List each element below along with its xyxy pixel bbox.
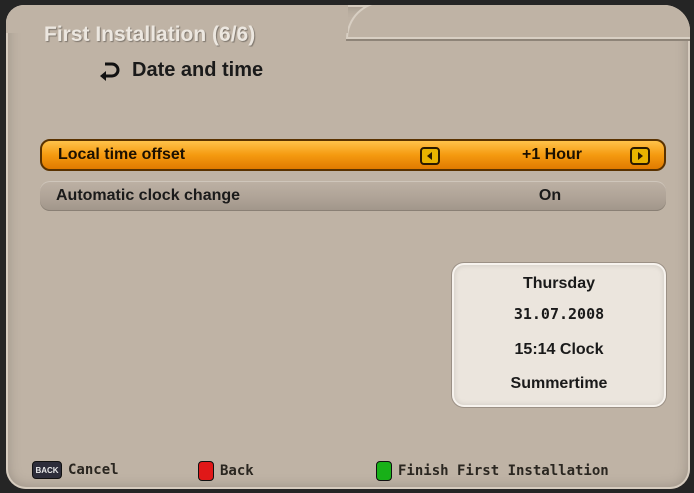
installation-screen: First Installation (6/6) Date and time L… <box>6 5 690 489</box>
cancel-label: Cancel <box>68 462 119 478</box>
date-text: 31.07.2008 <box>513 305 605 323</box>
finish-label: Finish First Installation <box>398 463 609 479</box>
automatic-clock-change-label: Automatic clock change <box>56 187 241 204</box>
finish-hint[interactable]: Finish First Installation <box>376 461 609 481</box>
day-text: Thursday <box>522 275 595 292</box>
automatic-clock-change-value: On <box>538 187 562 204</box>
time-text: 15:14 Clock <box>514 341 604 358</box>
datetime-info-box: Thursday 31.07.2008 15:14 Clock Summerti… <box>452 263 666 407</box>
page-title: First Installation (6/6) <box>44 23 256 46</box>
header-tab <box>346 5 690 39</box>
local-time-offset-value: +1 Hour <box>521 146 582 163</box>
local-time-offset-label: Local time offset <box>58 146 186 163</box>
local-time-offset-row[interactable]: Local time offset +1 Hour <box>40 139 666 171</box>
footer-bar: BACK Cancel Back Finish First Installati… <box>6 461 690 485</box>
green-key-icon <box>376 461 392 481</box>
back-hint[interactable]: Back <box>198 461 254 481</box>
return-arrow-icon <box>98 60 120 82</box>
back-label: Back <box>220 463 254 479</box>
red-key-icon <box>198 461 214 481</box>
cancel-hint[interactable]: BACK Cancel <box>32 461 119 479</box>
automatic-clock-change-row[interactable]: Automatic clock change On <box>40 181 666 211</box>
arrow-left-icon[interactable] <box>420 147 440 165</box>
back-key-icon: BACK <box>32 461 62 479</box>
dst-mode-text: Summertime <box>510 375 608 392</box>
section-subtitle: Date and time <box>98 59 263 82</box>
arrow-right-icon[interactable] <box>630 147 650 165</box>
subtitle-label: Date and time <box>132 59 264 81</box>
